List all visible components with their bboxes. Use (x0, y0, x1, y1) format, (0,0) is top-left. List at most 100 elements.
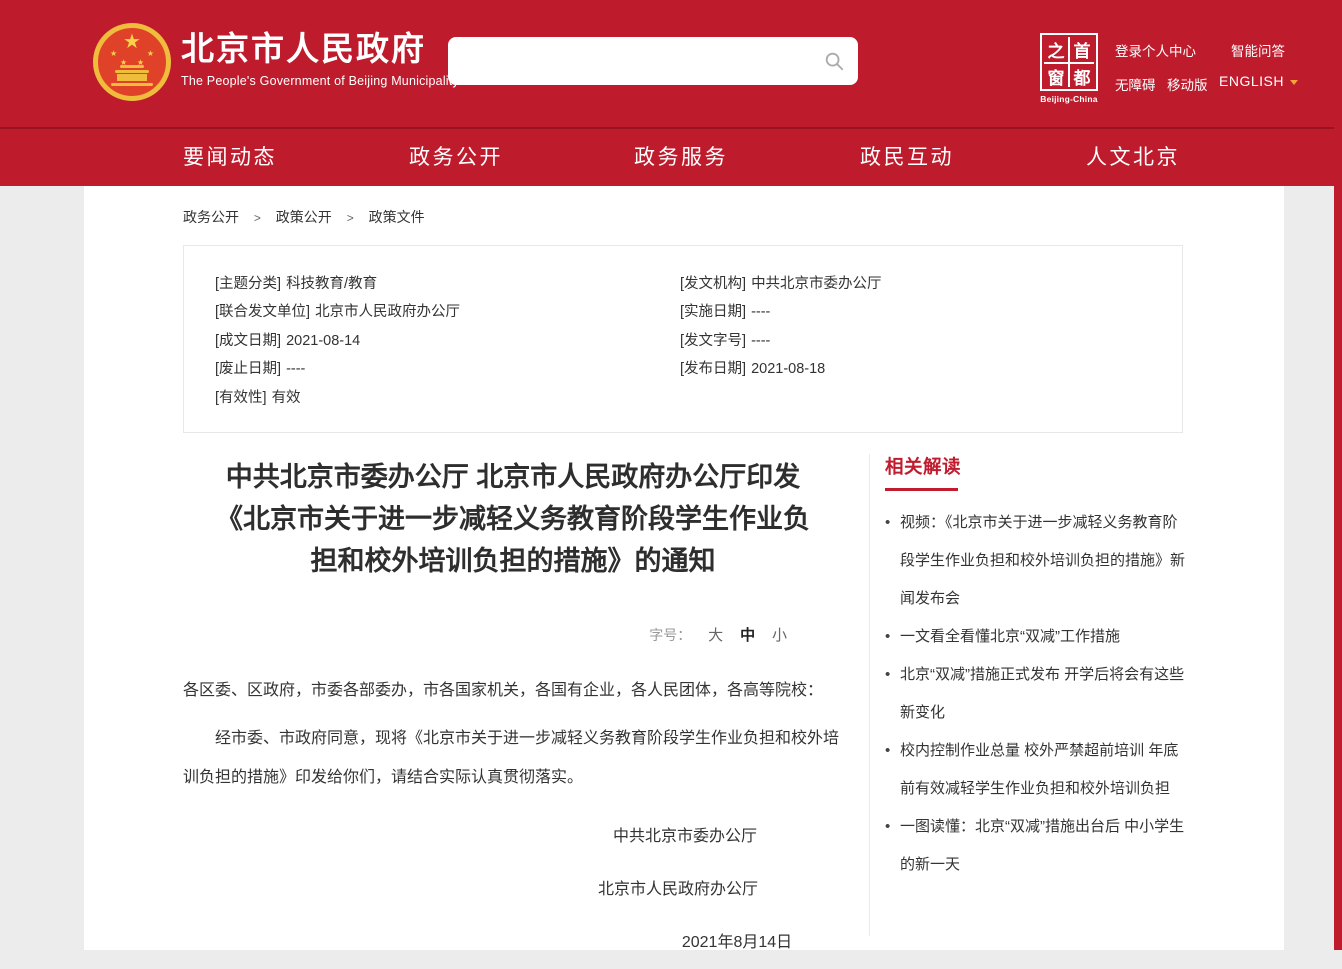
meta-value: 北京市人民政府办公厅 (315, 304, 460, 320)
national-emblem-logo[interactable]: ★ ★ ★ ★ ★ (93, 23, 171, 101)
meta-value: 2021-08-14 (286, 333, 360, 349)
nav-item-news[interactable]: 要闻动态 (183, 129, 277, 186)
meta-value: 中共北京市委办公厅 (751, 276, 882, 292)
sidebar-link-text: 北京“双减”措施正式发布 开学后将会有这些新变化 (900, 656, 1185, 732)
smart-qa-link[interactable]: 智能问答 (1231, 40, 1285, 60)
meta-label: [发文字号] (680, 333, 746, 349)
capital-window-logo[interactable]: 之 首 窗 都 Beijing-China (1040, 33, 1098, 104)
accessibility-link[interactable]: 无障碍 (1115, 74, 1156, 94)
meta-row: [成文日期] 2021-08-14 (215, 327, 680, 355)
capital-window-caption: Beijing-China (1040, 94, 1098, 104)
meta-row: [发文机构] 中共北京市委办公厅 (680, 270, 1145, 298)
meta-row: [实施日期]---- (680, 298, 1145, 326)
scrollbar[interactable] (1334, 0, 1342, 950)
meta-row: [废止日期] ---- (215, 355, 680, 383)
meta-row: [主题分类] 科技教育/教育 (215, 270, 680, 298)
article-title: 中共北京市委办公厅 北京市人民政府办公厅印发《北京市关于进一步减轻义务教育阶段学… (183, 456, 843, 582)
site-subtitle: The People's Government of Beijing Munic… (181, 74, 459, 88)
document-meta-box: [主题分类] 科技教育/教育 [联合发文单位] 北京市人民政府办公厅 [成文日期] 2… (183, 245, 1183, 433)
breadcrumb-item[interactable]: 政务公开 (183, 209, 239, 225)
font-size-label: 字号： (649, 627, 691, 643)
seal-char: 首 (1070, 37, 1094, 62)
breadcrumb-item[interactable]: 政策文件 (369, 209, 425, 225)
font-size-large-button[interactable]: 大 (708, 627, 723, 644)
font-size-small-button[interactable]: 小 (772, 627, 787, 644)
sidebar-link[interactable]: •视频：《北京市关于进一步减轻义务教育阶段学生作业负担和校外培训负担的措施》新闻… (885, 504, 1185, 618)
meta-row: [有效性] 有效 (215, 384, 680, 412)
sidebar-link-text: 校内控制作业总量 校外严禁超前培训 年底前有效减轻学生作业负担和校外培训负担 (900, 732, 1185, 808)
tiananmen-icon (117, 74, 147, 81)
chevron-down-icon (1290, 80, 1298, 85)
meta-column-right: [发文机构] 中共北京市委办公厅 [实施日期]---- [发文字号] ---- [发… (680, 270, 1145, 432)
sidebar-link[interactable]: •一图读懂：北京“双减”措施出台后 中小学生的新一天 (885, 808, 1185, 884)
sidebar-link-text: 一图读懂：北京“双减”措施出台后 中小学生的新一天 (900, 808, 1185, 884)
font-size-controls: 字号： 大 中 小 (183, 624, 843, 645)
meta-label: [成文日期] (215, 333, 281, 349)
star-icon: ★ (147, 50, 154, 58)
article-paragraph: 各区委、区政府，市委各部委办，市各国家机关，各国有企业，各人民团体，各高等院校： (183, 671, 843, 710)
star-icon: ★ (123, 32, 141, 52)
nav-item-interaction[interactable]: 政民互动 (860, 129, 954, 186)
content-container: 政务公开 > 政策公开 > 政策文件 [主题分类] 科技教育/教育 [联合发文单位… (84, 186, 1284, 950)
mobile-version-link[interactable]: 移动版 (1167, 74, 1208, 94)
tiananmen-icon (120, 65, 144, 68)
seal-char: 窗 (1044, 64, 1068, 89)
meta-label: [有效性] (215, 390, 267, 406)
bullet-icon: • (885, 656, 900, 732)
related-reading-sidebar: 相关解读 •视频：《北京市关于进一步减轻义务教育阶段学生作业负担和校外培训负担的… (885, 453, 1185, 884)
sidebar-link[interactable]: •一文看全看懂北京“双减”工作措施 (885, 618, 1185, 656)
search-bar (448, 37, 858, 85)
meta-label: [废止日期] (215, 361, 281, 377)
breadcrumb-separator: > (347, 211, 354, 225)
site-title: 北京市人民政府 (181, 31, 459, 67)
seal-char: 之 (1044, 37, 1068, 62)
sidebar-title: 相关解读 (885, 453, 1185, 479)
seal-char: 都 (1070, 64, 1094, 89)
tiananmen-icon (115, 70, 149, 73)
article-signatures: 中共北京市委办公厅 北京市人民政府办公厅 2021年8月14日 (183, 810, 843, 969)
meta-value: ---- (751, 333, 770, 349)
tiananmen-icon (111, 83, 153, 86)
font-size-medium-button[interactable]: 中 (740, 627, 755, 644)
sidebar-link[interactable]: •校内控制作业总量 校外严禁超前培训 年底前有效减轻学生作业负担和校外培训负担 (885, 732, 1185, 808)
login-link[interactable]: 登录个人中心 (1115, 40, 1196, 60)
meta-value: 有效 (272, 390, 301, 406)
sidebar-title-underline (885, 488, 958, 491)
title-line: 中共北京市委办公厅 北京市人民政府办公厅印发 (226, 462, 801, 492)
article-paragraph: 经市委、市政府同意，现将《北京市关于进一步减轻义务教育阶段学生作业负担和校外培训… (183, 719, 843, 797)
site-header: ★ ★ ★ ★ ★ 北京市人民政府 The People's Governmen… (0, 0, 1342, 127)
bullet-icon: • (885, 732, 900, 808)
english-label: ENGLISH (1219, 73, 1284, 89)
capital-window-seal: 之 首 窗 都 (1040, 33, 1098, 91)
sidebar-list: •视频：《北京市关于进一步减轻义务教育阶段学生作业负担和校外培训负担的措施》新闻… (885, 504, 1185, 884)
sidebar-link-text: 一文看全看懂北京“双减”工作措施 (900, 618, 1185, 656)
site-identity[interactable]: 北京市人民政府 The People's Government of Beiji… (181, 31, 459, 88)
breadcrumb: 政务公开 > 政策公开 > 政策文件 (183, 207, 425, 227)
meta-row: [发文字号] ---- (680, 327, 1145, 355)
search-input[interactable] (448, 37, 858, 85)
meta-row: [联合发文单位] 北京市人民政府办公厅 (215, 298, 680, 326)
nav-item-gov-affairs[interactable]: 政务公开 (409, 129, 503, 186)
article: 中共北京市委办公厅 北京市人民政府办公厅印发《北京市关于进一步减轻义务教育阶段学… (183, 456, 843, 969)
star-icon: ★ (110, 50, 117, 58)
nav-item-culture[interactable]: 人文北京 (1086, 129, 1180, 186)
nav-item-services[interactable]: 政务服务 (634, 129, 728, 186)
meta-label: [联合发文单位] (215, 304, 310, 320)
bullet-icon: • (885, 504, 900, 618)
title-line: 担和校外培训负担的措施》的通知 (311, 546, 716, 576)
meta-label: [实施日期] (680, 304, 746, 320)
meta-value: ---- (286, 361, 305, 377)
bullet-icon: • (885, 618, 900, 656)
meta-value: 2021-08-18 (751, 361, 825, 377)
english-link[interactable]: ENGLISH (1219, 73, 1298, 89)
search-icon[interactable] (823, 50, 845, 72)
signature-date: 2021年8月14日 (407, 916, 1067, 969)
meta-value: 科技教育/教育 (286, 276, 377, 292)
bullet-icon: • (885, 808, 900, 884)
sidebar-link[interactable]: •北京“双减”措施正式发布 开学后将会有这些新变化 (885, 656, 1185, 732)
breadcrumb-item[interactable]: 政策公开 (276, 209, 332, 225)
meta-label: [主题分类] (215, 276, 281, 292)
meta-label: [发文机构] (680, 276, 746, 292)
title-line: 《北京市关于进一步减轻义务教育阶段学生作业负 (216, 504, 810, 534)
meta-column-left: [主题分类] 科技教育/教育 [联合发文单位] 北京市人民政府办公厅 [成文日期] 2… (215, 270, 680, 432)
